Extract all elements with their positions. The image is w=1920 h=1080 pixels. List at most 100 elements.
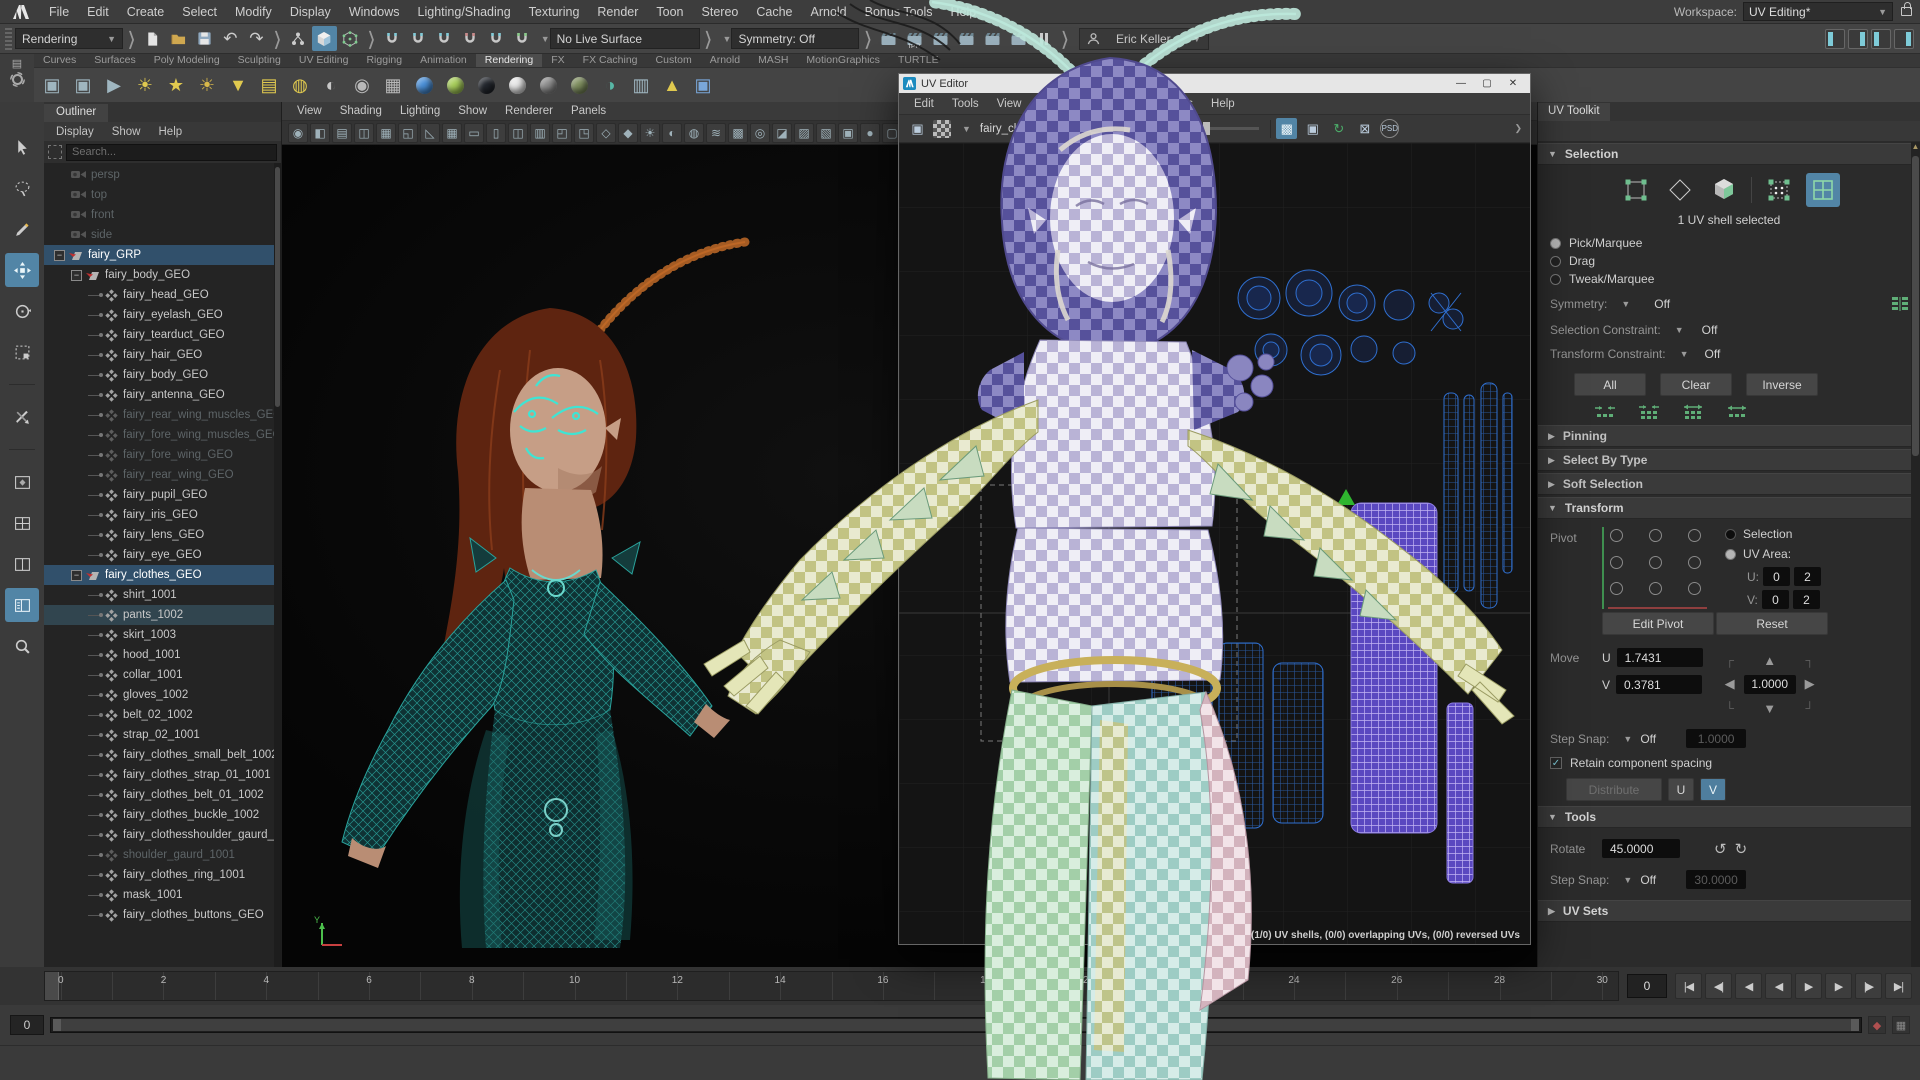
save-scene-icon[interactable] (192, 26, 217, 51)
viewport-menu-lighting[interactable]: Lighting (391, 105, 449, 117)
shelf-area-light-icon[interactable]: ▤ (255, 71, 283, 99)
section-selection[interactable]: ▼ Selection (1538, 143, 1920, 165)
layout-two-pane[interactable] (5, 547, 39, 581)
pivot-uv-area-radio[interactable] (1725, 549, 1736, 560)
outliner-item-fairy-lens-geo[interactable]: fairy_lens_GEO (44, 525, 281, 545)
shelf-spot-light-icon[interactable]: ▼ (224, 71, 252, 99)
outliner-item-fairy-tearduct-geo[interactable]: fairy_tearduct_GEO (44, 325, 281, 345)
shelf-ambient-light-icon[interactable]: ☀ (131, 71, 159, 99)
grow-selection-icon[interactable] (1638, 404, 1660, 420)
shelf-tab-motiongraphics[interactable]: MotionGraphics (797, 53, 889, 67)
chevron-down-icon[interactable]: ▼ (1623, 875, 1632, 885)
workspace-select[interactable]: UV Editing* ▼ (1743, 2, 1893, 21)
menu-help[interactable]: Help (942, 0, 986, 24)
shelf-tab-arnold[interactable]: Arnold (701, 53, 749, 67)
safe-action-icon[interactable]: ◰ (552, 123, 572, 143)
select-camera-icon[interactable]: ◉ (288, 123, 308, 143)
outliner-item-strap-02-1001[interactable]: strap_02_1001 (44, 725, 281, 745)
outliner-item-fairy-pupil-geo[interactable]: fairy_pupil_GEO (44, 485, 281, 505)
section-collapse-chevron[interactable]: ❭ (703, 27, 714, 49)
new-scene-icon[interactable] (140, 26, 165, 51)
all-button[interactable]: All (1574, 373, 1646, 396)
frame-selection-icon[interactable]: ◆ (618, 123, 638, 143)
outliner-item-fairy-fore-wing-muscles-geo[interactable]: fairy_fore_wing_muscles_GEO (44, 425, 281, 445)
section-collapse-chevron[interactable]: ❭ (862, 27, 873, 49)
uv-editor-menu-uv-sets[interactable]: UV Sets (1142, 98, 1202, 110)
outliner-item-hood-1001[interactable]: hood_1001 (44, 645, 281, 665)
step-back-key-button[interactable]: ◀| (1705, 973, 1732, 999)
inverse-button[interactable]: Inverse (1746, 373, 1818, 396)
outliner-item-fairy-rear-wing-geo[interactable]: fairy_rear_wing_GEO (44, 465, 281, 485)
film-gate-icon[interactable]: ▭ (464, 123, 484, 143)
outliner-menu-show[interactable]: Show (104, 126, 149, 138)
lighting-all-icon[interactable]: ☀ (640, 123, 660, 143)
shelf-arnold-renderview-icon[interactable]: ▣ (689, 71, 717, 99)
auto-keyframe-icon[interactable]: ◆ (1868, 1016, 1886, 1034)
uv-area-v-max[interactable]: 2 (1793, 590, 1820, 609)
step-forward-frame-button[interactable]: ▶ (1825, 973, 1852, 999)
select-uv-shell-icon[interactable] (1806, 173, 1840, 207)
animation-preferences-icon[interactable]: ▦ (1892, 1016, 1910, 1034)
rotate-ccw-button[interactable]: ↺ (1714, 840, 1727, 858)
pivot-position-radio[interactable] (1688, 582, 1701, 595)
close-button[interactable]: ✕ (1500, 76, 1526, 91)
select-uv-icon[interactable] (1762, 173, 1796, 207)
outliner-item-side[interactable]: side (44, 225, 281, 245)
shelf-ipr-render-icon[interactable]: ▣ (69, 71, 97, 99)
outliner-item-shoulder-gaurd-1001[interactable]: shoulder_gaurd_1001 (44, 845, 281, 865)
chevron-down-icon[interactable]: ▼ (1623, 734, 1632, 744)
section-collapse-chevron[interactable]: ❭ (1059, 27, 1070, 49)
camera-attributes-icon[interactable]: ▤ (332, 123, 352, 143)
multisample-icon[interactable]: ▩ (728, 123, 748, 143)
uv-toolkit-tab[interactable]: UV Toolkit (1538, 103, 1610, 121)
viewport-menu-show[interactable]: Show (449, 105, 496, 117)
range-start-field[interactable]: 0 (10, 1015, 44, 1035)
shelf-render-sequence-icon[interactable]: ▶ (100, 71, 128, 99)
gate-mask-icon[interactable]: ◫ (508, 123, 528, 143)
symmetry-value[interactable]: Off (1654, 297, 1670, 311)
shelf-tab-custom[interactable]: Custom (647, 53, 701, 67)
transform-constraint-value[interactable]: Off (1705, 347, 1721, 361)
rotate-step-snap-value[interactable]: Off (1640, 873, 1656, 887)
select-component-icon[interactable] (338, 26, 363, 51)
outliner-item-fairy-body-geo[interactable]: −fairy_body_GEO (44, 265, 281, 285)
checker-map-icon[interactable] (933, 120, 951, 138)
workspace-lock-icon[interactable] (1901, 7, 1912, 16)
outliner-item-fairy-hair-geo[interactable]: fairy_hair_GEO (44, 345, 281, 365)
shelf-tab-rigging[interactable]: Rigging (357, 53, 411, 67)
symmetry-field[interactable]: Symmetry: Off (731, 28, 859, 49)
pivot-position-radio[interactable] (1688, 556, 1701, 569)
pause-viewport-icon[interactable] (1031, 26, 1056, 51)
bookmarks-icon[interactable]: ◫ (354, 123, 374, 143)
shelf-render-settings-icon[interactable]: ▥ (627, 71, 655, 99)
uv-editor-menu-image[interactable]: Image (1030, 98, 1080, 110)
viewport-menu-shading[interactable]: Shading (331, 105, 391, 117)
section-collapse-chevron[interactable]: ❭ (272, 27, 283, 49)
play-backwards-button[interactable]: ◀ (1765, 973, 1792, 999)
move-up-left-button[interactable]: ┌ (1725, 653, 1734, 667)
textured-icon[interactable]: ▣ (838, 123, 858, 143)
outliner-item-fairy-rear-wing-muscles-geo[interactable]: fairy_rear_wing_muscles_GEO (44, 405, 281, 425)
toggle-channel-box-icon[interactable] (1894, 29, 1914, 49)
menu-modify[interactable]: Modify (226, 0, 281, 24)
outliner-item-pants-1002[interactable]: pants_1002 (44, 605, 281, 625)
cut-sew-uv-tool[interactable] (5, 400, 39, 434)
shelf-directional-light-icon[interactable]: ★ (162, 71, 190, 99)
shadows-icon[interactable]: ◐ (662, 123, 682, 143)
shelf-image-plane-icon[interactable]: ▦ (379, 71, 407, 99)
snap-point-icon[interactable] (432, 26, 457, 51)
outliner-item-fairy-iris-geo[interactable]: fairy_iris_GEO (44, 505, 281, 525)
viewport-menu-renderer[interactable]: Renderer (496, 105, 562, 117)
menu-toon[interactable]: Toon (647, 0, 692, 24)
shelf-camera-icon[interactable]: ◉ (348, 71, 376, 99)
field-chart-icon[interactable]: ▥ (530, 123, 550, 143)
menu-set-select[interactable]: Rendering ▼ (15, 28, 123, 49)
drag-grip[interactable] (5, 28, 12, 50)
light-editor-icon[interactable] (1006, 26, 1031, 51)
outliner-item-fairy-clothes-ring-1001[interactable]: fairy_clothes_ring_1001 (44, 865, 281, 885)
shelf-tab-poly-modeling[interactable]: Poly Modeling (145, 53, 229, 67)
move-tool[interactable] (5, 253, 39, 287)
outliner-menu-display[interactable]: Display (48, 126, 102, 138)
menu-lighting-shading[interactable]: Lighting/Shading (409, 0, 520, 24)
shelf-volume-light-icon[interactable]: ◍ (286, 71, 314, 99)
